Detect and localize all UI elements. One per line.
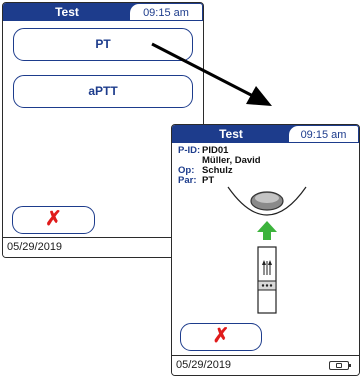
date: 05/29/2019: [7, 241, 63, 253]
clock: 09:15 am: [129, 3, 203, 21]
up-arrow-icon: [257, 221, 277, 240]
x-icon: ✗: [212, 325, 230, 347]
status-bar: 05/29/2019: [172, 355, 359, 375]
header: Test 09:15 am: [3, 3, 203, 21]
info-key: P-ID:: [178, 145, 201, 156]
cancel-button[interactable]: ✗: [12, 206, 95, 234]
aptt-button[interactable]: aPTT: [13, 75, 193, 108]
cancel-button[interactable]: ✗: [180, 323, 262, 351]
screen-title: Test: [219, 127, 243, 141]
header: Test 09:15 am: [172, 125, 359, 143]
battery-icon: [329, 361, 351, 370]
patient-info: P-ID: PID01 Müller, David Op: Schulz Par…: [178, 146, 261, 186]
clock: 09:15 am: [288, 125, 359, 143]
insert-strip-illustration: [227, 186, 307, 314]
test-strip-icon: [257, 246, 277, 314]
screen-title: Test: [55, 5, 79, 19]
info-key: Par:: [178, 175, 197, 186]
x-icon: ✗: [45, 208, 62, 230]
pt-button[interactable]: PT: [13, 28, 193, 61]
insert-strip-screen: Test 09:15 am P-ID: PID01 Müller, David …: [171, 124, 360, 376]
meter-slot-icon: [227, 186, 307, 216]
date: 05/29/2019: [176, 359, 232, 371]
